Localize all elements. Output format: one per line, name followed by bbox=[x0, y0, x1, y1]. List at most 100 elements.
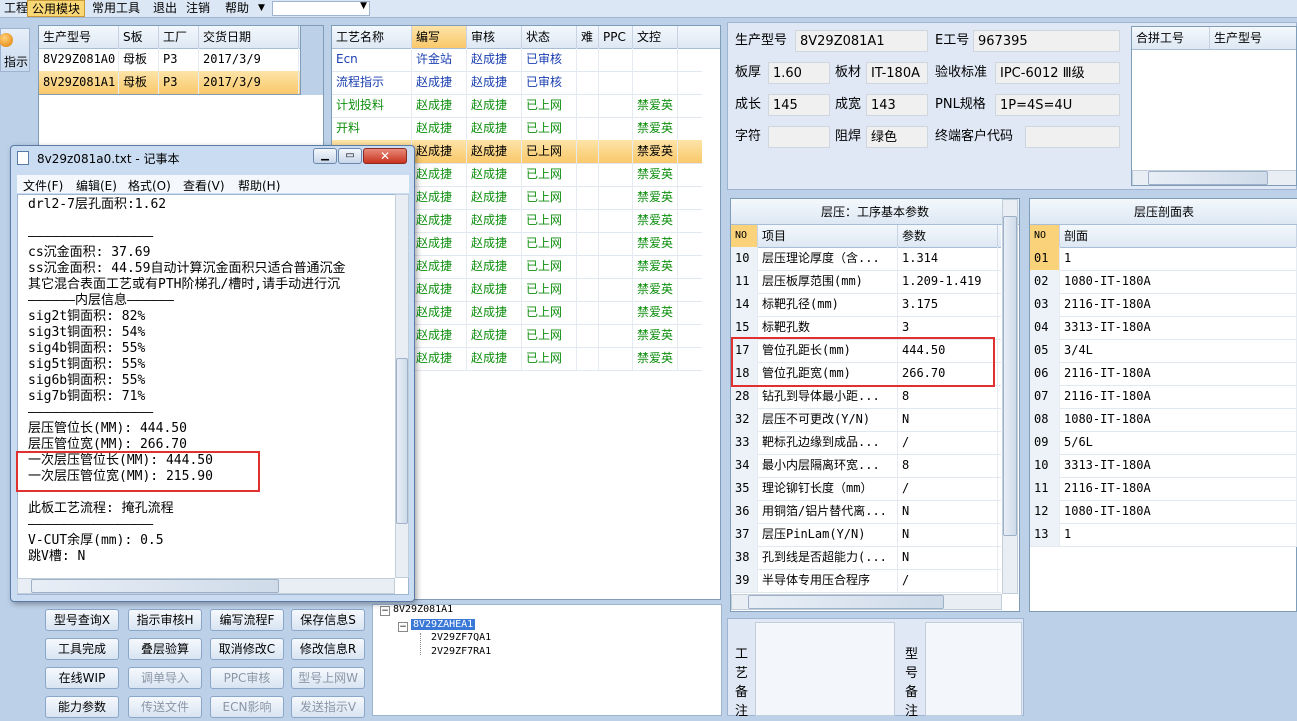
table-row[interactable]: 08 1080-IT-180A bbox=[1030, 408, 1297, 432]
table-row[interactable]: 01 1 bbox=[1030, 247, 1297, 271]
tree-node-selected[interactable]: 8V29ZAHEA1 bbox=[411, 619, 476, 630]
table-row[interactable]: 13 1 bbox=[1030, 523, 1297, 547]
column-header[interactable]: PPC bbox=[599, 26, 633, 48]
table-row[interactable]: 38 孔到线是否超能力(... N bbox=[731, 546, 1001, 570]
action-button[interactable]: 调单导入 bbox=[128, 667, 202, 689]
field-value[interactable]: 145 bbox=[768, 94, 830, 116]
tree-collapse-icon[interactable]: − bbox=[380, 606, 390, 616]
column-header[interactable]: 难 bbox=[577, 26, 599, 48]
table-row[interactable]: 开料 赵成捷 赵成捷 已上网 禁爱英 bbox=[332, 117, 702, 141]
field-value[interactable] bbox=[1025, 126, 1120, 148]
model-remark-box[interactable] bbox=[925, 622, 1022, 716]
table-row[interactable]: 36 用铜箔/铝片替代离... N bbox=[731, 500, 1001, 524]
action-button[interactable]: 修改信息R bbox=[291, 638, 365, 660]
column-header[interactable]: 编写 bbox=[412, 26, 467, 48]
action-button[interactable]: 编写流程F bbox=[210, 609, 284, 631]
close-button[interactable]: ✕ bbox=[363, 148, 407, 164]
table-row[interactable]: Ecn 许金站 赵成捷 已审核 bbox=[332, 48, 702, 72]
indication-button[interactable]: 指示 bbox=[0, 28, 30, 72]
field-value[interactable]: IT-180A bbox=[866, 62, 928, 84]
column-header[interactable]: 工厂 bbox=[159, 26, 199, 48]
tree-leaf[interactable]: 2V29ZF7QA1 bbox=[431, 632, 491, 643]
column-header[interactable]: 交货日期 bbox=[199, 26, 299, 48]
action-button[interactable]: PPC审核 bbox=[210, 667, 284, 689]
table-row[interactable]: 02 1080-IT-180A bbox=[1030, 270, 1297, 294]
column-header[interactable]: 审核 bbox=[467, 26, 522, 48]
column-header[interactable]: 状态 bbox=[522, 26, 577, 48]
table-row[interactable]: 11 层压板厚范围(mm) 1.209-1.419 bbox=[731, 270, 1001, 294]
action-button[interactable]: ECN影响 bbox=[210, 696, 284, 718]
notepad-menu-item[interactable]: 查看(V) bbox=[183, 177, 225, 194]
table-row[interactable]: 28 钻孔到导体最小距... 8 bbox=[731, 385, 1001, 409]
column-header[interactable]: 剖面 bbox=[1060, 225, 1297, 247]
field-value[interactable] bbox=[768, 126, 830, 148]
merge-hscroll-thumb[interactable] bbox=[1148, 171, 1268, 185]
toolbar-combo[interactable]: ▼ bbox=[272, 1, 370, 16]
action-button[interactable]: 发送指示V bbox=[291, 696, 365, 718]
table-row[interactable]: 10 层压理论厚度（含... 1.314 bbox=[731, 247, 1001, 271]
field-value[interactable]: 1P=4S=4U bbox=[995, 94, 1120, 116]
table-row[interactable]: 11 2116-IT-180A bbox=[1030, 477, 1297, 501]
action-button[interactable]: 保存信息S bbox=[291, 609, 365, 631]
notepad-menu-item[interactable]: 格式(O) bbox=[128, 177, 171, 194]
tree-root[interactable]: 8V29Z081A1 bbox=[393, 604, 453, 615]
lamination-vscroll-thumb[interactable] bbox=[1003, 216, 1017, 536]
table-row[interactable]: 32 层压不可更改(Y/N) N bbox=[731, 408, 1001, 432]
table-row[interactable]: 8V29Z081A0 母板 P3 2017/3/9 bbox=[39, 48, 300, 72]
tree-leaf[interactable]: 2V29ZF7RA1 bbox=[431, 646, 491, 657]
column-header[interactable]: NO bbox=[731, 225, 758, 247]
table-row[interactable]: 33 靶标孔边缘到成品... / bbox=[731, 431, 1001, 455]
action-button[interactable]: 工具完成 bbox=[45, 638, 119, 660]
tree-collapse-icon[interactable]: − bbox=[398, 622, 408, 632]
field-value[interactable]: 1.60 bbox=[768, 62, 830, 84]
menu-item[interactable]: 注销 bbox=[182, 0, 214, 17]
column-header[interactable]: 工艺名称 bbox=[332, 26, 412, 48]
menu-item[interactable]: 帮助 bbox=[221, 0, 253, 17]
action-button[interactable]: 型号上网W bbox=[291, 667, 365, 689]
table-row[interactable]: 37 层压PinLam(Y/N) N bbox=[731, 523, 1001, 547]
action-button[interactable]: 取消修改C bbox=[210, 638, 284, 660]
field-value[interactable]: 绿色 bbox=[866, 126, 928, 148]
minimize-button[interactable]: ▁ bbox=[313, 148, 337, 164]
notepad-menu-item[interactable]: 文件(F) bbox=[23, 177, 63, 194]
notepad-menu-item[interactable]: 编辑(E) bbox=[76, 177, 117, 194]
menu-item[interactable]: 常用工具 bbox=[88, 0, 144, 17]
table-row[interactable]: 05 3/4L bbox=[1030, 339, 1297, 363]
field-value[interactable]: 143 bbox=[866, 94, 928, 116]
lamination-hscroll-thumb[interactable] bbox=[748, 595, 944, 609]
column-header[interactable]: S板 bbox=[119, 26, 159, 48]
table-row[interactable]: 12 1080-IT-180A bbox=[1030, 500, 1297, 524]
action-button[interactable]: 指示审核H bbox=[128, 609, 202, 631]
column-header[interactable]: 参数 bbox=[898, 225, 998, 247]
notepad-hscroll-thumb[interactable] bbox=[31, 579, 279, 593]
column-header[interactable]: NO bbox=[1030, 225, 1060, 247]
notepad-text-area[interactable]: drl2-7层孔面积:1.62 ———————————————— cs沉金面积: 3… bbox=[17, 194, 409, 595]
chevron-down-icon[interactable]: ▼ bbox=[258, 3, 265, 13]
field-value[interactable]: 8V29Z081A1 bbox=[795, 30, 928, 52]
action-button[interactable]: 能力参数 bbox=[45, 696, 119, 718]
maximize-button[interactable]: ▭ bbox=[338, 148, 362, 164]
column-header[interactable]: 生产型号 bbox=[1210, 27, 1296, 49]
notepad-vscroll-thumb[interactable] bbox=[396, 358, 408, 524]
action-button[interactable]: 传送文件 bbox=[128, 696, 202, 718]
table-row[interactable]: 17 管位孔距长(mm) 444.50 bbox=[731, 339, 1001, 363]
column-header[interactable]: 项目 bbox=[758, 225, 898, 247]
table-row[interactable]: 09 5/6L bbox=[1030, 431, 1297, 455]
action-button[interactable]: 叠层验算 bbox=[128, 638, 202, 660]
column-header[interactable]: 生产型号 bbox=[39, 26, 119, 48]
column-header[interactable]: 文控 bbox=[633, 26, 678, 48]
field-value[interactable]: IPC-6012 Ⅲ级 bbox=[995, 62, 1120, 84]
table-row[interactable]: 34 最小内层隔离环宽... 8 bbox=[731, 454, 1001, 478]
table-row[interactable]: 35 理论铆钉长度（mm） / bbox=[731, 477, 1001, 501]
table-row[interactable]: 8V29Z081A1 母板 P3 2017/3/9 bbox=[39, 71, 300, 94]
table-row[interactable]: 06 2116-IT-180A bbox=[1030, 362, 1297, 386]
table-row[interactable]: 04 3313-IT-180A bbox=[1030, 316, 1297, 340]
table-row[interactable]: 10 3313-IT-180A bbox=[1030, 454, 1297, 478]
notepad-menu-item[interactable]: 帮助(H) bbox=[238, 177, 280, 194]
table-row[interactable]: 15 标靶孔数 3 bbox=[731, 316, 1001, 340]
table-row[interactable]: 07 2116-IT-180A bbox=[1030, 385, 1297, 409]
menu-item[interactable]: 公用模块 bbox=[27, 0, 86, 17]
action-button[interactable]: 在线WIP bbox=[45, 667, 119, 689]
table-row[interactable]: 计划投料 赵成捷 赵成捷 已上网 禁爱英 bbox=[332, 94, 702, 118]
table-row[interactable]: 18 管位孔距宽(mm) 266.70 bbox=[731, 362, 1001, 386]
